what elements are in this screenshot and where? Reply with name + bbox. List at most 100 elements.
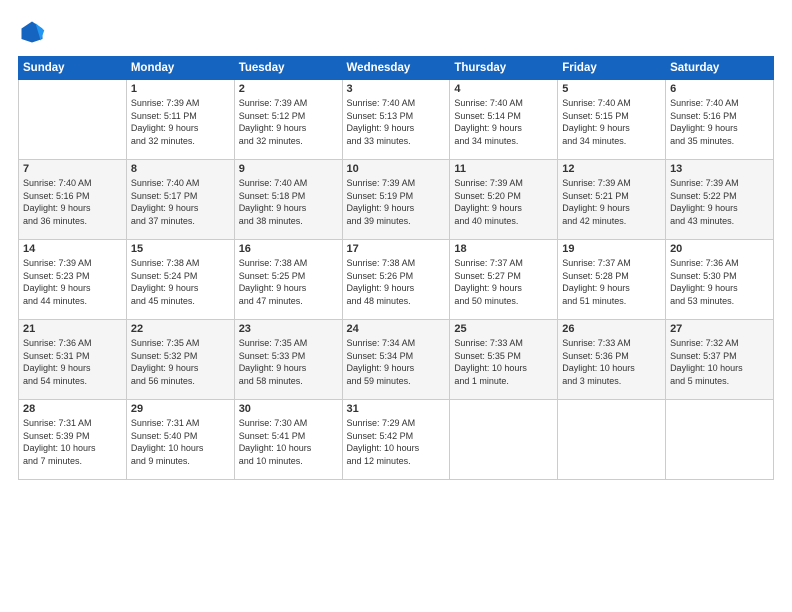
calendar-cell: 14Sunrise: 7:39 AM Sunset: 5:23 PM Dayli… [19,240,127,320]
day-info: Sunrise: 7:40 AM Sunset: 5:16 PM Dayligh… [670,97,769,147]
calendar-cell: 27 Sunrise: 7:32 AM Sunset: 5:37 PM Dayli… [666,320,774,400]
day-number: 30 [239,403,338,415]
calendar-cell [558,400,666,480]
day-info: Sunrise: 7:30 AM Sunset: 5:41 PM Dayligh… [239,417,338,467]
day-number: 4 [454,83,553,95]
day-info: Sunrise: 7:39 AM Sunset: 5:19 PM Dayligh… [347,177,446,227]
weekday-header-sunday: Sunday [19,57,127,80]
calendar-table: SundayMondayTuesdayWednesdayThursdayFrid… [18,56,774,480]
day-number: 14 [23,243,122,255]
day-info: Sunrise: 7:38 AM Sunset: 5:25 PM Dayligh… [239,257,338,307]
calendar-cell: 12 Sunrise: 7:39 AM Sunset: 5:21 PM Dayli… [558,160,666,240]
calendar-cell: 11 Sunrise: 7:39 AM Sunset: 5:20 PM Dayli… [450,160,558,240]
day-number: 17 [347,243,446,255]
day-info: Sunrise: 7:35 AM Sunset: 5:33 PM Dayligh… [239,337,338,387]
logo-icon [18,18,46,46]
calendar-body: 1Sunrise: 7:39 AM Sunset: 5:11 PM Daylig… [19,80,774,480]
calendar-cell: 5 Sunrise: 7:40 AM Sunset: 5:15 PM Daylig… [558,80,666,160]
calendar-cell: 26 Sunrise: 7:33 AM Sunset: 5:36 PM Dayli… [558,320,666,400]
calendar-cell: 22Sunrise: 7:35 AM Sunset: 5:32 PM Dayli… [126,320,234,400]
day-info: Sunrise: 7:32 AM Sunset: 5:37 PM Dayligh… [670,337,769,387]
day-info: Sunrise: 7:40 AM Sunset: 5:14 PM Dayligh… [454,97,553,147]
day-info: Sunrise: 7:40 AM Sunset: 5:15 PM Dayligh… [562,97,661,147]
day-info: Sunrise: 7:31 AM Sunset: 5:39 PM Dayligh… [23,417,122,467]
day-number: 5 [562,83,661,95]
day-number: 18 [454,243,553,255]
day-info: Sunrise: 7:37 AM Sunset: 5:27 PM Dayligh… [454,257,553,307]
calendar-week-row: 7 Sunrise: 7:40 AM Sunset: 5:16 PM Daylig… [19,160,774,240]
day-info: Sunrise: 7:31 AM Sunset: 5:40 PM Dayligh… [131,417,230,467]
logo [18,18,50,46]
day-number: 29 [131,403,230,415]
calendar-cell: 1Sunrise: 7:39 AM Sunset: 5:11 PM Daylig… [126,80,234,160]
day-number: 28 [23,403,122,415]
day-number: 8 [131,163,230,175]
calendar-cell: 24Sunrise: 7:34 AM Sunset: 5:34 PM Dayli… [342,320,450,400]
weekday-header-row: SundayMondayTuesdayWednesdayThursdayFrid… [19,57,774,80]
day-number: 27 [670,323,769,335]
day-info: Sunrise: 7:40 AM Sunset: 5:16 PM Dayligh… [23,177,122,227]
day-number: 31 [347,403,446,415]
calendar-cell: 8Sunrise: 7:40 AM Sunset: 5:17 PM Daylig… [126,160,234,240]
day-info: Sunrise: 7:29 AM Sunset: 5:42 PM Dayligh… [347,417,446,467]
calendar-week-row: 28 Sunrise: 7:31 AM Sunset: 5:39 PM Dayli… [19,400,774,480]
day-info: Sunrise: 7:39 AM Sunset: 5:22 PM Dayligh… [670,177,769,227]
calendar-cell: 6 Sunrise: 7:40 AM Sunset: 5:16 PM Daylig… [666,80,774,160]
calendar-cell: 23 Sunrise: 7:35 AM Sunset: 5:33 PM Dayli… [234,320,342,400]
calendar-cell [450,400,558,480]
calendar-week-row: 1Sunrise: 7:39 AM Sunset: 5:11 PM Daylig… [19,80,774,160]
day-info: Sunrise: 7:40 AM Sunset: 5:18 PM Dayligh… [239,177,338,227]
calendar-cell [666,400,774,480]
day-number: 7 [23,163,122,175]
weekday-header-monday: Monday [126,57,234,80]
calendar-cell: 3 Sunrise: 7:40 AM Sunset: 5:13 PM Daylig… [342,80,450,160]
day-number: 6 [670,83,769,95]
calendar-cell: 28 Sunrise: 7:31 AM Sunset: 5:39 PM Dayli… [19,400,127,480]
calendar-cell: 13Sunrise: 7:39 AM Sunset: 5:22 PM Dayli… [666,160,774,240]
day-number: 22 [131,323,230,335]
weekday-header-wednesday: Wednesday [342,57,450,80]
header [18,18,774,46]
day-number: 1 [131,83,230,95]
calendar-cell: 10 Sunrise: 7:39 AM Sunset: 5:19 PM Dayli… [342,160,450,240]
day-info: Sunrise: 7:37 AM Sunset: 5:28 PM Dayligh… [562,257,661,307]
calendar-cell: 19Sunrise: 7:37 AM Sunset: 5:28 PM Dayli… [558,240,666,320]
calendar-cell: 2Sunrise: 7:39 AM Sunset: 5:12 PM Daylig… [234,80,342,160]
calendar-cell: 29 Sunrise: 7:31 AM Sunset: 5:40 PM Dayli… [126,400,234,480]
day-number: 9 [239,163,338,175]
day-info: Sunrise: 7:40 AM Sunset: 5:13 PM Dayligh… [347,97,446,147]
calendar-cell: 21 Sunrise: 7:36 AM Sunset: 5:31 PM Dayli… [19,320,127,400]
weekday-header-saturday: Saturday [666,57,774,80]
calendar-cell: 15Sunrise: 7:38 AM Sunset: 5:24 PM Dayli… [126,240,234,320]
day-info: Sunrise: 7:38 AM Sunset: 5:26 PM Dayligh… [347,257,446,307]
day-number: 25 [454,323,553,335]
weekday-header-tuesday: Tuesday [234,57,342,80]
day-number: 23 [239,323,338,335]
day-info: Sunrise: 7:33 AM Sunset: 5:36 PM Dayligh… [562,337,661,387]
calendar-cell: 4 Sunrise: 7:40 AM Sunset: 5:14 PM Daylig… [450,80,558,160]
day-number: 21 [23,323,122,335]
day-number: 15 [131,243,230,255]
page-container: SundayMondayTuesdayWednesdayThursdayFrid… [0,0,792,490]
day-number: 24 [347,323,446,335]
day-info: Sunrise: 7:36 AM Sunset: 5:31 PM Dayligh… [23,337,122,387]
day-info: Sunrise: 7:39 AM Sunset: 5:21 PM Dayligh… [562,177,661,227]
weekday-header-friday: Friday [558,57,666,80]
calendar-cell: 17 Sunrise: 7:38 AM Sunset: 5:26 PM Dayli… [342,240,450,320]
day-info: Sunrise: 7:39 AM Sunset: 5:20 PM Dayligh… [454,177,553,227]
calendar-week-row: 14Sunrise: 7:39 AM Sunset: 5:23 PM Dayli… [19,240,774,320]
calendar-cell: 30 Sunrise: 7:30 AM Sunset: 5:41 PM Dayli… [234,400,342,480]
calendar-cell: 20 Sunrise: 7:36 AM Sunset: 5:30 PM Dayli… [666,240,774,320]
day-number: 26 [562,323,661,335]
calendar-header: SundayMondayTuesdayWednesdayThursdayFrid… [19,57,774,80]
calendar-cell [19,80,127,160]
calendar-cell: 25Sunrise: 7:33 AM Sunset: 5:35 PM Dayli… [450,320,558,400]
day-number: 12 [562,163,661,175]
day-info: Sunrise: 7:36 AM Sunset: 5:30 PM Dayligh… [670,257,769,307]
weekday-header-thursday: Thursday [450,57,558,80]
day-number: 11 [454,163,553,175]
day-number: 10 [347,163,446,175]
day-number: 3 [347,83,446,95]
day-number: 2 [239,83,338,95]
day-number: 20 [670,243,769,255]
